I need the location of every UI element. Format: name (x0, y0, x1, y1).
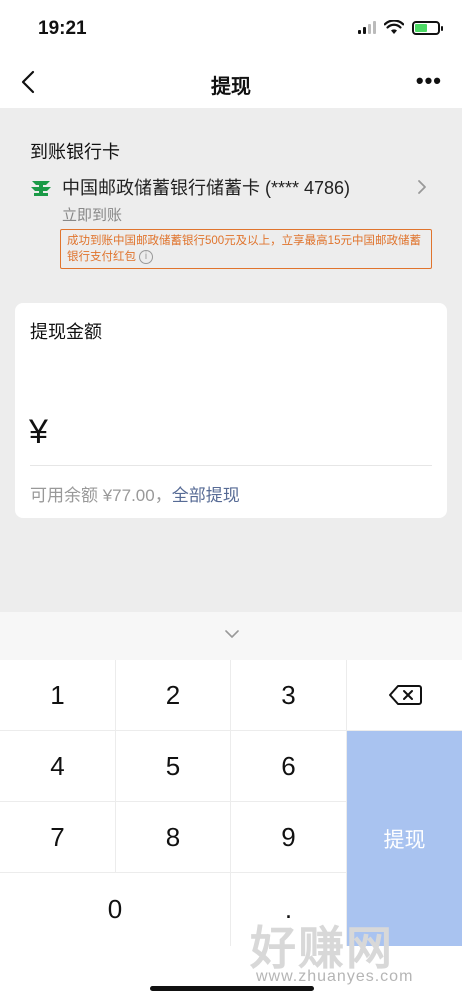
bank-heading: 到账银行卡 (30, 142, 120, 162)
key-5[interactable]: 5 (116, 731, 231, 802)
arrival-time: 立即到账 (62, 207, 123, 224)
key-1[interactable]: 1 (0, 660, 116, 731)
divider (30, 465, 432, 466)
bank-card-selector[interactable]: 中国邮政储蓄银行储蓄卡 (**** 4786) (30, 174, 432, 200)
info-icon[interactable]: i (139, 249, 153, 264)
promo-text: 成功到账中国邮政储蓄银行500元及以上，立享最高15元中国邮政储蓄银行支付红包 (67, 235, 421, 263)
bank-card-name: 中国邮政储蓄银行储蓄卡 (**** 4786) (62, 178, 351, 198)
key-6[interactable]: 6 (231, 731, 347, 802)
watermark: 好赚网 www.zhuanyes.com (250, 912, 450, 992)
status-bar: 19:21 (0, 0, 462, 56)
amount-card: 提现金额 ¥ 可用余额 ¥77.00，全部提现 (15, 303, 447, 518)
postal-bank-logo-icon (31, 181, 51, 196)
key-9[interactable]: 9 (231, 802, 347, 873)
promo-banner: 成功到账中国邮政储蓄银行500元及以上，立享最高15元中国邮政储蓄银行支付红包 i (60, 229, 432, 269)
key-3[interactable]: 3 (231, 660, 347, 731)
key-8[interactable]: 8 (116, 802, 231, 873)
balance-row: 可用余额 ¥77.00，全部提现 (30, 481, 240, 506)
page-title: 提现 (211, 76, 251, 98)
status-time: 19:21 (38, 18, 87, 39)
watermark-sub: www.zhuanyes.com (256, 968, 414, 985)
amount-label: 提现金额 (30, 322, 102, 342)
collapse-keyboard-icon[interactable] (224, 628, 240, 640)
balance-text: 可用余额 ¥77.00， (30, 486, 172, 505)
signal-icon (358, 21, 376, 34)
key-0[interactable]: 0 (0, 873, 231, 946)
currency-symbol: ¥ (29, 413, 48, 451)
key-7[interactable]: 7 (0, 802, 116, 873)
wifi-icon (384, 20, 404, 34)
status-icons (358, 20, 443, 35)
more-icon[interactable]: ••• (416, 68, 442, 94)
key-4[interactable]: 4 (0, 731, 116, 802)
nav-bar: 提现 ••• (0, 56, 462, 108)
backspace-icon (388, 685, 422, 705)
key-2[interactable]: 2 (116, 660, 231, 731)
bank-section: 到账银行卡 中国邮政储蓄银行储蓄卡 (**** 4786) 立即到账 成功到账中… (0, 108, 462, 298)
withdraw-all-link[interactable]: 全部提现 (172, 486, 240, 505)
battery-icon (412, 20, 443, 35)
keyboard-header (0, 612, 462, 660)
chevron-right-icon (418, 180, 426, 194)
backspace-key[interactable] (347, 660, 462, 731)
amount-input[interactable] (65, 413, 425, 453)
keypad: 1 2 3 4 5 6 7 8 9 0 . 提现 (0, 660, 462, 946)
